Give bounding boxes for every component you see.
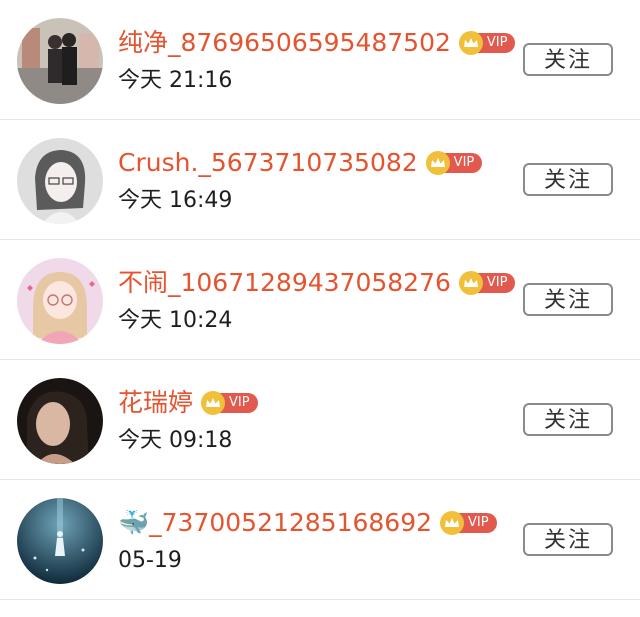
- vip-badge: VIP: [458, 31, 516, 55]
- vip-badge: VIP: [458, 271, 516, 295]
- list-item[interactable]: 花瑞婷 VIP 今天 09:18 关注: [0, 360, 640, 480]
- vip-badge: VIP: [425, 151, 483, 175]
- list-item[interactable]: 纯净_87696506595487502 VIP 今天 21:16 关注: [0, 0, 640, 120]
- crown-icon: [458, 31, 483, 55]
- list-item[interactable]: Crush._5673710735082 VIP 今天 16:49 关注: [0, 120, 640, 240]
- list-item[interactable]: 不闹_10671289437058276 VIP 今天 10:24 关注: [0, 240, 640, 360]
- crown-icon: [425, 151, 450, 175]
- follow-button[interactable]: 关注: [523, 163, 613, 196]
- timestamp: 今天 10:24: [118, 308, 233, 333]
- username[interactable]: 🐳_73700521285168692: [118, 506, 432, 540]
- timestamp: 今天 21:16: [118, 68, 233, 93]
- timestamp: 今天 09:18: [118, 428, 233, 453]
- username[interactable]: 不闹_10671289437058276: [118, 266, 451, 300]
- crown-icon: [458, 271, 483, 295]
- list-item[interactable]: 🐳_73700521285168692 VIP 05-19 关注: [0, 480, 640, 600]
- crown-icon: [440, 511, 465, 535]
- crown-icon: [201, 391, 226, 415]
- follow-button[interactable]: 关注: [523, 283, 613, 316]
- avatar[interactable]: [17, 498, 103, 584]
- username[interactable]: Crush._5673710735082: [118, 146, 418, 180]
- vip-badge: VIP: [440, 511, 497, 535]
- avatar[interactable]: [17, 378, 103, 464]
- username[interactable]: 花瑞婷: [118, 386, 193, 420]
- timestamp: 今天 16:49: [118, 188, 233, 213]
- follow-button[interactable]: 关注: [523, 43, 613, 76]
- timestamp: 05-19: [118, 548, 182, 573]
- vip-badge: VIP: [201, 391, 258, 415]
- avatar[interactable]: [17, 138, 103, 224]
- avatar[interactable]: [17, 18, 103, 104]
- username[interactable]: 纯净_87696506595487502: [118, 26, 451, 60]
- follow-button[interactable]: 关注: [523, 523, 613, 556]
- avatar[interactable]: [17, 258, 103, 344]
- follower-list: 纯净_87696506595487502 VIP 今天 21:16 关注 Cru…: [0, 0, 640, 600]
- follow-button[interactable]: 关注: [523, 403, 613, 436]
